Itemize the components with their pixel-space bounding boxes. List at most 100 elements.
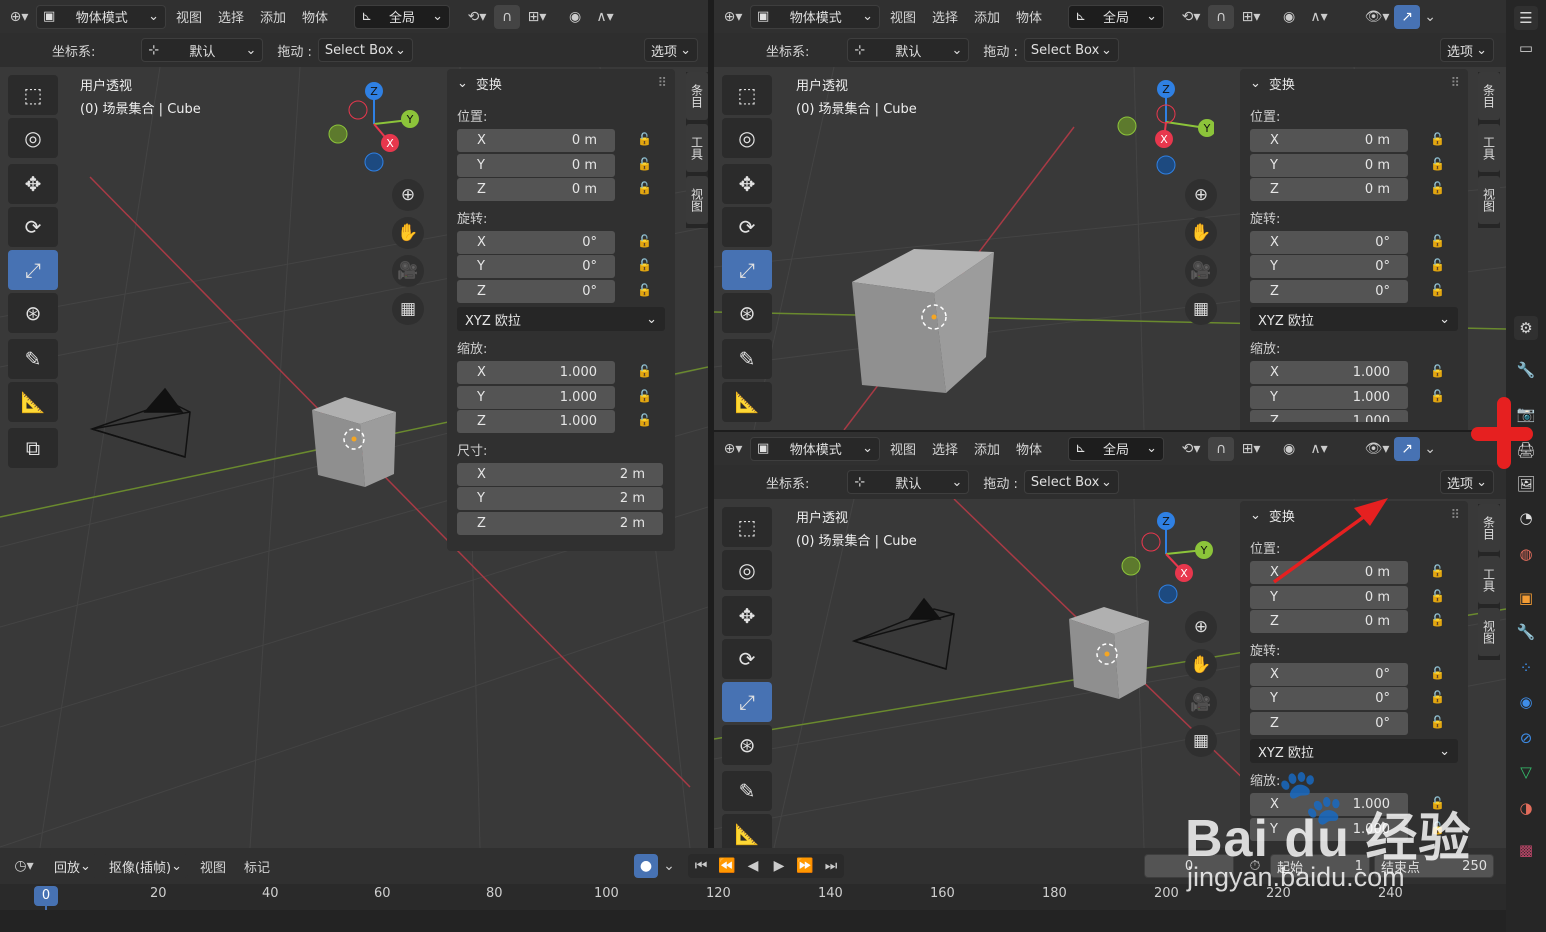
snap-icon[interactable]: ∩ (494, 4, 521, 29)
location-z-field[interactable]: Z0 m (1250, 178, 1408, 201)
rotation-mode-dropdown[interactable]: XYZ 欧拉 ⌄ (1250, 739, 1458, 763)
pan-button[interactable]: ✋ (1185, 649, 1217, 681)
snap-increment-icon[interactable]: ⊞▾ (524, 5, 550, 29)
navigation-gizmo[interactable]: Z Y X (1114, 76, 1214, 176)
menu-view[interactable]: 视图 (170, 7, 208, 26)
camera-view-button[interactable]: 🎥 (1185, 255, 1217, 287)
rotate-tool[interactable]: ⟳ (722, 639, 772, 679)
rotation-mode-dropdown[interactable]: XYZ 欧拉 ⌄ (457, 307, 665, 331)
prev-keyframe-icon[interactable]: ⏪ (714, 854, 740, 878)
lock-icon[interactable]: 🔓 (1430, 181, 1445, 195)
add-cube-tool[interactable]: ⧉ (8, 428, 58, 468)
move-tool[interactable]: ✥ (8, 164, 58, 204)
annotate-tool[interactable]: ✎ (722, 339, 772, 379)
select-box-tool[interactable]: ⬚ (8, 75, 58, 115)
next-keyframe-icon[interactable]: ⏩ (792, 854, 818, 878)
rotation-x-field[interactable]: X 0° (1250, 230, 1408, 254)
rotation-z-field[interactable]: Z 0° (457, 279, 615, 303)
rotate-tool[interactable]: ⟳ (722, 207, 772, 247)
cursor-tool[interactable]: ◎ (722, 550, 772, 590)
material-icon[interactable]: ◑ (1514, 796, 1538, 820)
tab-tool[interactable]: 工具 (1478, 124, 1500, 172)
measure-tool[interactable]: 📐 (8, 382, 58, 422)
mode-dropdown[interactable]: ▣ 物体模式 ⌄ (750, 436, 880, 461)
lock-icon[interactable]: 🔓 (637, 258, 652, 272)
menu-object[interactable]: 物体 (1010, 439, 1048, 458)
location-z-field[interactable]: Z0 m (1250, 610, 1408, 633)
chevron-down-icon[interactable]: ⌄ (1424, 5, 1436, 29)
zoom-button[interactable]: ⊕ (1185, 179, 1217, 211)
rotation-mode-dropdown[interactable]: XYZ 欧拉 ⌄ (1250, 307, 1458, 331)
annotate-tool[interactable]: ✎ (722, 771, 772, 811)
options-dropdown[interactable]: 选项 ⌄ (1440, 38, 1494, 62)
cursor-tool[interactable]: ◎ (8, 118, 58, 158)
move-tool[interactable]: ✥ (722, 164, 772, 204)
pivot-icon[interactable]: ⟲▾ (1178, 437, 1204, 461)
snap-increment-icon[interactable]: ⊞▾ (1238, 5, 1264, 29)
physics-icon[interactable]: ◉ (1514, 690, 1538, 714)
tab-item[interactable]: 条目 (1478, 72, 1500, 120)
particles-icon[interactable]: ⁘ (1514, 656, 1538, 680)
editor-type-icon[interactable]: ⊕▾ (720, 5, 746, 29)
visibility-icon[interactable]: 👁▾ (1364, 5, 1390, 29)
left-viewport[interactable]: ⊕▾ ▣ 物体模式 ⌄ 视图 选择 添加 物体 ⊾ 全局 ⌄ ⟲▾ ∩ ⊞▾ ◉ ∧▾ … (0, 0, 708, 848)
move-tool[interactable]: ✥ (722, 596, 772, 636)
drag-handle-icon[interactable]: ⠿ (657, 76, 667, 91)
lock-icon[interactable]: 🔓 (1430, 589, 1445, 603)
location-x-field[interactable]: X0 m (457, 129, 615, 152)
panel-header[interactable]: ⌄ 变换 ⠿ (1240, 69, 1468, 97)
constraints-icon[interactable]: ⊘ (1514, 726, 1538, 750)
zoom-button[interactable]: ⊕ (392, 179, 424, 211)
orientation-dropdown[interactable]: ⊾ 全局 ⌄ (1068, 4, 1165, 29)
rotation-z-field[interactable]: Z 0° (1250, 279, 1408, 303)
jump-start-icon[interactable]: ⏮ (688, 854, 714, 878)
mode-dropdown[interactable]: ▣ 物体模式 ⌄ (36, 4, 166, 29)
tab-view[interactable]: 视图 (1478, 176, 1500, 224)
lock-icon[interactable]: 🔓 (1430, 613, 1445, 627)
editor-type-icon[interactable]: ⊕▾ (6, 5, 32, 29)
coord-dropdown[interactable]: ⊹ 默认 ⌄ (847, 38, 970, 62)
editor-type-icon[interactable]: ⊕▾ (720, 437, 746, 461)
options-dropdown[interactable]: 选项 ⌄ (644, 38, 698, 62)
record-button[interactable]: ● (634, 854, 658, 878)
menu-select[interactable]: 选择 (212, 7, 250, 26)
select-box-tool[interactable]: ⬚ (722, 507, 772, 547)
lock-icon[interactable]: 🔓 (1430, 283, 1445, 297)
drag-handle-icon[interactable]: ⠿ (1450, 76, 1460, 91)
lock-icon[interactable]: 🔓 (637, 413, 652, 427)
lock-icon[interactable]: 🔓 (637, 181, 652, 195)
gizmo-toggle-icon[interactable]: ↗ (1394, 4, 1421, 29)
menu-view[interactable]: 视图 (194, 857, 232, 876)
lock-icon[interactable]: 🔓 (1430, 666, 1445, 680)
dimension-z-field[interactable]: Z2 m (457, 511, 663, 535)
ortho-toggle-button[interactable]: ▦ (1185, 725, 1217, 757)
rotation-x-field[interactable]: X 0° (1250, 662, 1408, 686)
cube-object[interactable] (1069, 607, 1149, 699)
lock-icon[interactable]: 🔓 (637, 234, 652, 248)
menu-object[interactable]: 物体 (1010, 7, 1048, 26)
ortho-toggle-button[interactable]: ▦ (392, 293, 424, 325)
falloff-icon[interactable]: ∧▾ (592, 5, 618, 29)
rotation-x-field[interactable]: X 0° (457, 230, 615, 254)
drag-dropdown[interactable]: Select Box ⌄ (1023, 38, 1119, 62)
lock-icon[interactable]: 🔓 (1430, 157, 1445, 171)
lock-icon[interactable]: 🔓 (1430, 364, 1445, 378)
tab-item[interactable]: 条目 (686, 72, 708, 120)
proportional-edit-icon[interactable]: ◉ (562, 5, 588, 29)
ortho-toggle-button[interactable]: ▦ (1185, 293, 1217, 325)
pan-button[interactable]: ✋ (392, 217, 424, 249)
menu-select[interactable]: 选择 (926, 7, 964, 26)
chevron-down-icon[interactable]: ⌄ (660, 854, 678, 878)
properties-editor-icon[interactable]: ⚙ (1514, 316, 1538, 340)
scale-tool[interactable]: ⤢ (722, 682, 772, 722)
dimension-y-field[interactable]: Y2 m (457, 487, 663, 510)
tab-tool[interactable]: 工具 (686, 124, 708, 172)
pivot-icon[interactable]: ⟲▾ (1178, 5, 1204, 29)
transform-tool[interactable]: ⊛ (722, 725, 772, 765)
dimension-x-field[interactable]: X2 m (457, 462, 663, 486)
lock-icon[interactable]: 🔓 (1430, 132, 1445, 146)
tab-view[interactable]: 视图 (1478, 608, 1500, 656)
snap-icon[interactable]: ∩ (1208, 4, 1235, 29)
scale-tool[interactable]: ⤢ (722, 250, 772, 290)
cube-object[interactable] (852, 249, 994, 393)
